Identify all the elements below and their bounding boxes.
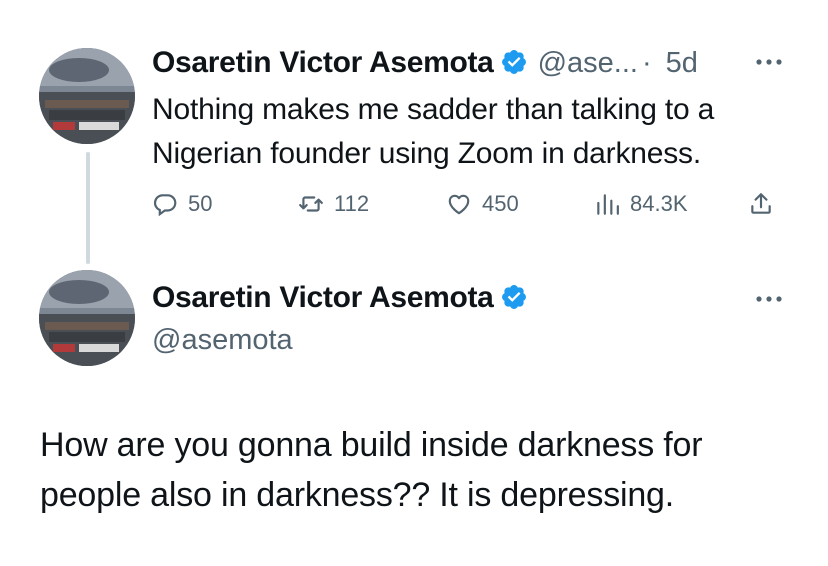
more-dots-icon: [756, 296, 782, 302]
tweet-timestamp[interactable]: 5d: [666, 47, 698, 79]
view-count: 84.3K: [630, 191, 688, 216]
avatar-image: [39, 270, 135, 366]
retweet-button[interactable]: 112: [298, 186, 369, 222]
avatar-image: [39, 48, 135, 144]
more-dots-icon: [756, 59, 782, 65]
retweet-icon: [299, 196, 323, 212]
author-name[interactable]: Osaretin Victor Asemota: [152, 281, 494, 314]
more-options-button[interactable]: [753, 52, 785, 72]
share-button[interactable]: [748, 186, 784, 222]
author-handle[interactable]: @ase...: [538, 47, 638, 79]
author-handle[interactable]: @asemota: [152, 324, 293, 356]
reply-count: 50: [188, 191, 213, 216]
avatar[interactable]: [39, 48, 135, 144]
verified-badge-icon: [501, 50, 526, 74]
retweet-count: 112: [334, 191, 370, 216]
avatar[interactable]: [39, 270, 135, 366]
more-options-button[interactable]: [753, 289, 785, 309]
reply-button[interactable]: 50: [152, 186, 212, 222]
thread-connector-line: [86, 152, 90, 264]
tweet-action-bar: 50 112 450 84.3K: [152, 186, 792, 222]
like-button[interactable]: 450: [446, 186, 519, 222]
tweet-text: How are you gonna build inside darkness …: [40, 426, 703, 514]
views-icon: [597, 194, 619, 215]
share-icon: [751, 193, 771, 214]
like-count: 450: [482, 191, 519, 216]
tweet1-header: Osaretin Victor Asemota @ase... · 5d: [152, 45, 698, 86]
author-handle-row: @asemota: [152, 322, 293, 363]
views-button[interactable]: 84.3K: [594, 186, 688, 222]
heart-icon: [448, 194, 470, 215]
tweet2-header: Osaretin Victor Asemota: [152, 280, 528, 321]
tweet-text: Nothing makes me sadder than talking to …: [152, 93, 715, 170]
author-name[interactable]: Osaretin Victor Asemota: [152, 46, 494, 79]
verified-badge-icon: [501, 285, 526, 309]
reply-icon: [153, 194, 177, 217]
time-separator: ·: [641, 47, 652, 79]
